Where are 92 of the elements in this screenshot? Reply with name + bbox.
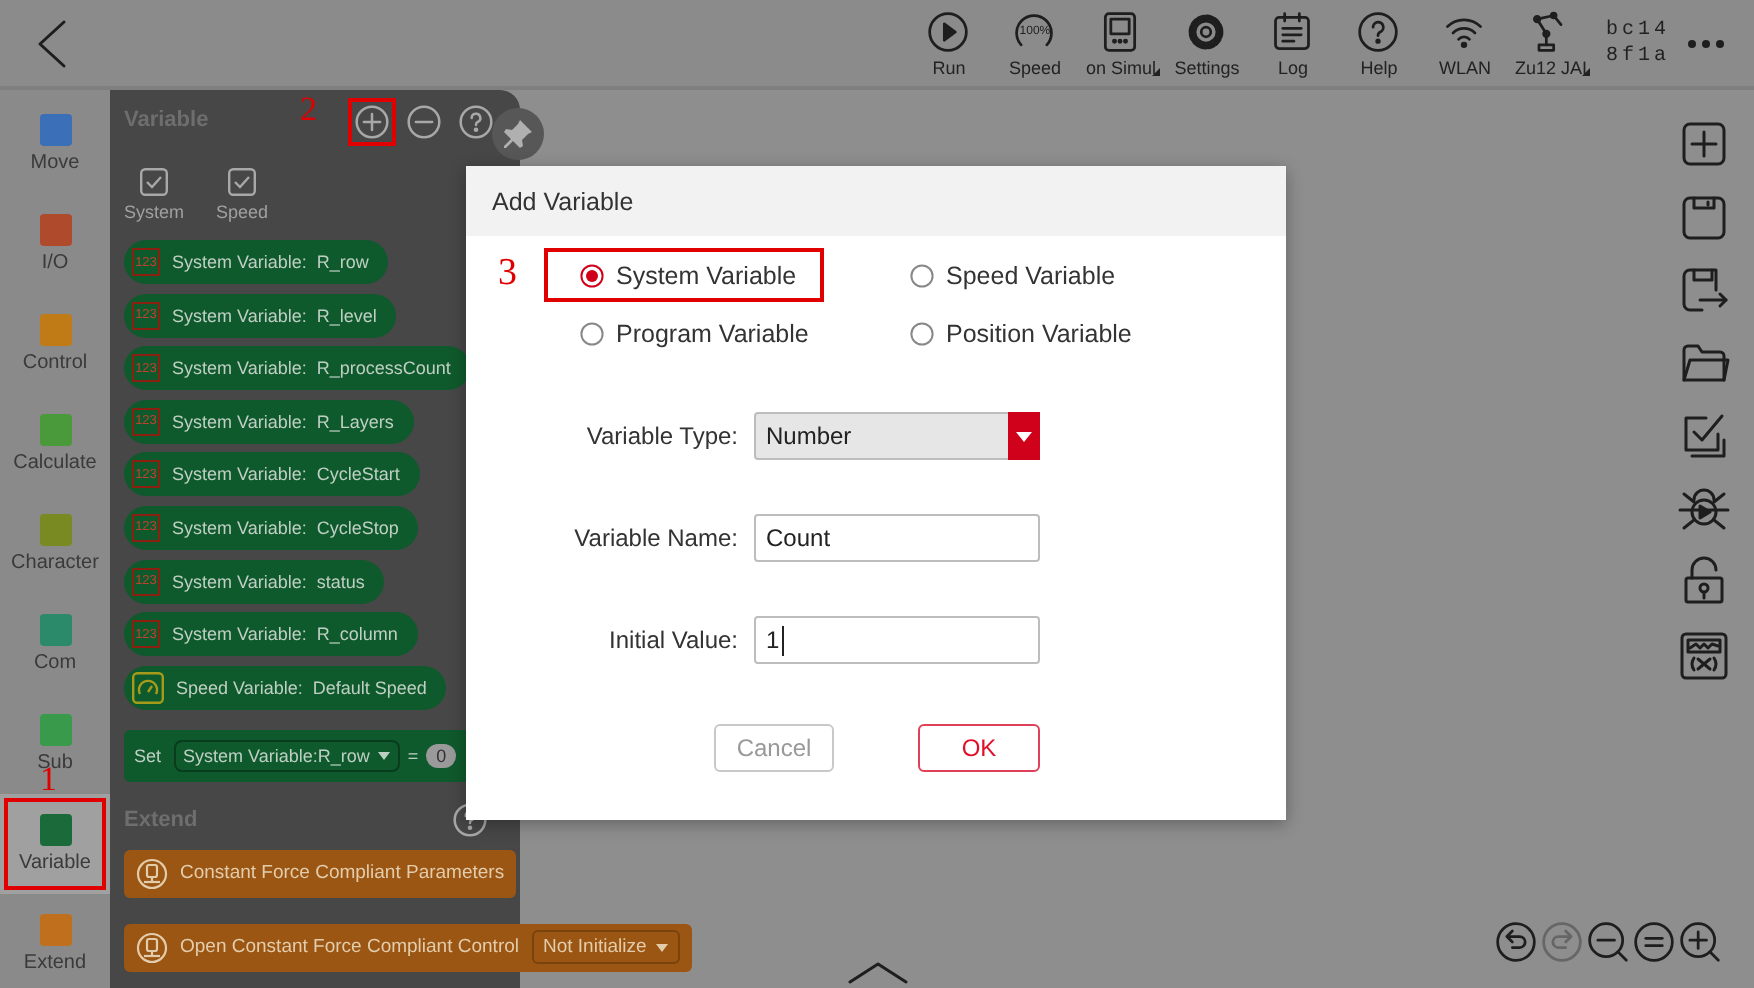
radio-option[interactable]: Program Variable [544,306,837,360]
toolbar-button[interactable]: Log [1249,3,1336,83]
caret-up-icon [846,960,910,984]
step-number: 2 [300,90,317,130]
help-button[interactable] [456,102,496,142]
option-dropdown[interactable]: Not Initialize [531,930,681,965]
block-label: System Variable: R_level [172,305,377,326]
sidebar-item[interactable]: Extend [0,894,110,988]
radio-option[interactable]: Position Variable [874,306,1160,360]
block-label: Constant Force Compliant Parameters [180,862,505,885]
sidebar-item[interactable]: Character [0,494,110,594]
save-icon [1678,191,1730,243]
sidebar-item[interactable]: Com [0,594,110,694]
force-sensor-icon [136,931,168,964]
extend-block[interactable]: Open Constant Force Compliant Control Not Initialize [124,923,693,972]
help-icon [1356,9,1401,53]
type-dropdown[interactable]: Number [754,412,1040,460]
block-label: System Variable: CycleStart [172,464,400,485]
ok-button[interactable]: OK [918,724,1040,772]
debug-icon [1678,483,1730,535]
zoom-in-icon [1678,920,1722,964]
reset-zoom-icon [1632,920,1676,964]
operator: = [407,745,419,766]
reset-zoom-button[interactable] [1632,920,1676,964]
save-as-icon [1678,264,1730,316]
cancel-button[interactable]: Cancel [714,724,834,772]
filter-checkbox[interactable]: System [124,167,184,221]
block-label: Set [134,745,162,766]
add-button[interactable] [348,98,396,146]
extend-block[interactable]: Constant Force Compliant Parameters [124,849,517,898]
field-label: Variable Type: [584,422,740,450]
toolbar-button[interactable]: WLAN [1421,3,1508,83]
toolbar-button[interactable]: Help [1335,3,1422,83]
radio-option[interactable]: Speed Variable [874,248,1144,302]
more-button[interactable] [1686,37,1726,49]
sidebar-item[interactable]: I/O [0,194,110,294]
block-label: System Variable: R_row [172,252,369,272]
add-icon [354,104,390,140]
variable-monitor-button[interactable] [1678,629,1730,681]
radio-option[interactable]: System Variable [544,248,825,302]
variable-monitor-icon [1678,629,1730,681]
field-label: Initial Value: [607,626,740,654]
toolbar-button[interactable]: Zu12 JAI [1507,3,1594,83]
sidebar-item[interactable]: Move [0,94,110,194]
save-button[interactable] [1678,191,1730,243]
step-number: 3 [498,252,517,296]
block-label: System Variable: CycleStop [172,517,399,538]
toolbar-button[interactable]: Settings [1163,3,1250,83]
back-icon [36,17,68,69]
input-field[interactable]: 1 [754,616,1040,664]
new-file-button[interactable] [1678,118,1730,170]
field-label: Variable Name: [572,524,740,552]
sidebar-item[interactable]: Calculate [0,394,110,494]
variable-dropdown[interactable]: System Variable:R_row [173,739,400,772]
block-label: System Variable: status [172,571,365,592]
undo-icon [1494,920,1538,964]
help-icon [458,104,494,140]
play-icon [926,9,971,53]
back-button[interactable] [36,17,68,69]
dropdown-value: Number [766,422,852,450]
force-sensor-icon [136,857,168,890]
sidebar-item[interactable]: Variable [0,794,110,894]
block-label: System Variable: R_Layers [172,411,394,432]
block-label: Open Constant Force Compliant Control [180,936,519,959]
pin-icon [502,118,534,150]
device-id: 8f1a [1605,43,1670,69]
block-label: Speed Variable: Default Speed [176,677,427,698]
save-as-button[interactable] [1678,264,1730,316]
input-field[interactable]: Count [754,514,1040,562]
device-id: bc14 [1605,17,1670,43]
pin-button[interactable] [492,108,544,160]
block-label: System Variable: R_column [172,624,398,645]
zoom-out-button[interactable] [1586,920,1630,964]
sidebar-item[interactable]: Control [0,294,110,394]
variable-block[interactable]: Speed Variable: Default Speed [124,665,447,710]
dialog-title: Add Variable [466,166,1286,236]
value-field[interactable]: 0 [426,743,457,768]
gauge-icon [132,671,164,704]
minus-button[interactable] [404,102,444,142]
expand-button[interactable] [846,960,910,984]
toolbar-button[interactable]: Run [905,3,992,83]
block-label: System Variable: R_processCount [172,358,451,379]
new-file-icon [1678,118,1730,170]
zoom-out-icon [1586,920,1630,964]
toolbar-button[interactable]: on Simul [1077,3,1164,83]
minus-icon [406,104,442,140]
debug-button[interactable] [1678,483,1730,535]
redo-icon [1540,920,1584,964]
more-icon [1686,37,1726,49]
filter-checkbox[interactable]: Speed [212,167,272,221]
zoom-in-button[interactable] [1678,920,1722,964]
undo-button[interactable] [1494,920,1538,964]
